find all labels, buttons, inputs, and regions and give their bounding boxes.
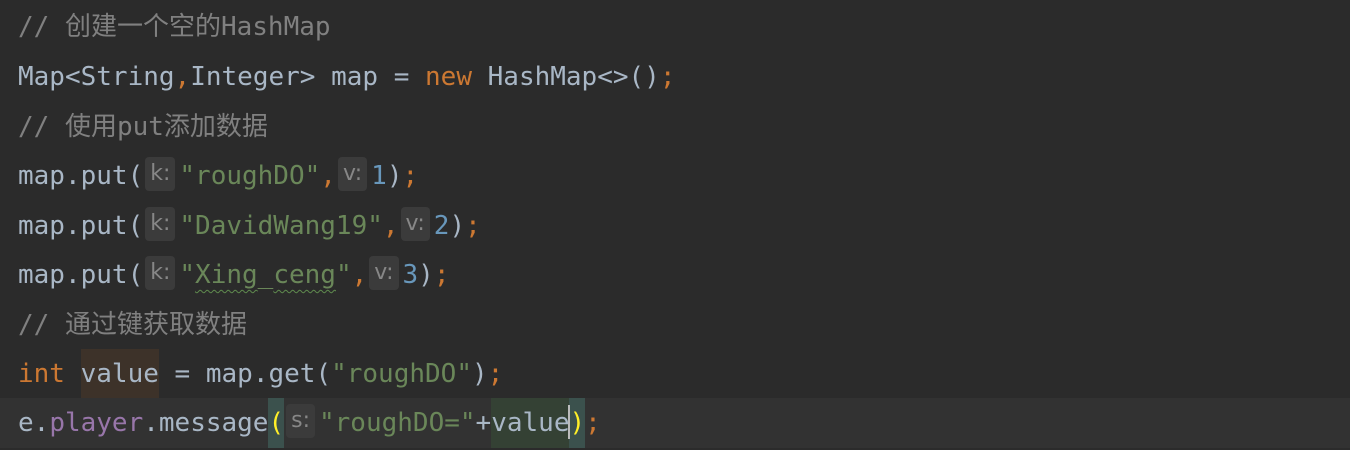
semicolon: ; xyxy=(465,211,481,241)
code-line-7[interactable]: // 通过键获取数据 xyxy=(0,300,1350,350)
comment: // 使用put添加数据 xyxy=(18,112,268,142)
method-call: map.put( xyxy=(18,161,144,191)
close-paren: ) xyxy=(449,211,466,241)
string-literal: "roughDO" xyxy=(179,161,321,191)
method-call: map.put( xyxy=(18,260,144,290)
semicolon: ; xyxy=(659,62,676,92)
semicolon: ; xyxy=(433,260,450,290)
method-call: map.put( xyxy=(18,211,144,241)
number-literal: 2 xyxy=(433,211,450,241)
comment: // 通过键获取数据 xyxy=(18,310,247,340)
string-literal: "DavidWang19" xyxy=(179,211,383,241)
spellcheck-word-ceng[interactable]: ceng xyxy=(273,260,336,290)
parameter-hint-k: k: xyxy=(145,206,176,241)
constructor-call: HashMap<>() xyxy=(471,62,660,92)
comment: // 创建一个空的HashMap xyxy=(18,12,331,42)
close-paren: ) xyxy=(418,260,434,290)
string-underscore: _ xyxy=(257,260,274,290)
string-quote-open: " xyxy=(179,260,196,290)
assignment-call: = map.get( xyxy=(158,359,332,389)
code-editor[interactable]: // 创建一个空的HashMap Map<String,Integer> map… xyxy=(0,0,1350,450)
code-line-1[interactable]: // 创建一个空的HashMap xyxy=(0,2,1350,52)
code-line-2[interactable]: Map<String,Integer> map = new HashMap<>(… xyxy=(0,52,1350,102)
variable-value-highlighted[interactable]: value xyxy=(80,349,159,399)
semicolon: ; xyxy=(487,359,504,389)
semicolon: ; xyxy=(585,408,601,438)
number-literal: 1 xyxy=(371,161,387,191)
field-player: player xyxy=(49,408,144,438)
parameter-hint-v: v: xyxy=(337,156,368,191)
comma: , xyxy=(320,161,336,191)
code-line-6[interactable]: map.put(k: "Xing_ceng", v: 3); xyxy=(0,250,1350,300)
code-line-9-current[interactable]: e.player.message(s: "roughDO="+value); xyxy=(0,398,1350,448)
close-paren: ) xyxy=(471,359,488,389)
keyword-int: int xyxy=(18,359,65,389)
code-line-3[interactable]: // 使用put添加数据 xyxy=(0,102,1350,152)
parameter-hint-k: k: xyxy=(145,255,176,290)
code-line-8[interactable]: int value = map.get("roughDO"); xyxy=(0,349,1350,399)
spellcheck-word-xing[interactable]: Xing xyxy=(195,260,258,290)
type-declaration: Map<String xyxy=(18,62,175,92)
text-caret xyxy=(568,404,571,439)
object-ref: e. xyxy=(18,408,50,438)
type-declaration-rest: Integer> map = xyxy=(190,62,426,92)
parameter-hint-k: k: xyxy=(145,156,176,191)
close-paren: ) xyxy=(386,161,403,191)
string-quote-close: " xyxy=(335,260,352,290)
string-literal: "roughDO" xyxy=(331,359,472,389)
comma: , xyxy=(174,62,191,92)
code-line-5[interactable]: map.put(k: "DavidWang19", v: 2); xyxy=(0,201,1350,251)
semicolon: ; xyxy=(402,161,419,191)
parameter-hint-v: v: xyxy=(369,255,399,290)
matched-close-paren: ) xyxy=(569,398,586,448)
code-line-4[interactable]: map.put(k: "roughDO", v: 1); xyxy=(0,151,1350,201)
method-message: .message xyxy=(143,408,269,438)
plus-operator: + xyxy=(475,408,492,438)
keyword-new: new xyxy=(425,62,472,92)
number-literal: 3 xyxy=(402,260,419,290)
variable-value-usage[interactable]: value xyxy=(491,398,570,448)
matched-open-paren: ( xyxy=(268,398,285,448)
parameter-hint-v: v: xyxy=(400,206,430,241)
parameter-hint-s: s: xyxy=(286,403,315,438)
comma: , xyxy=(351,260,368,290)
comma: , xyxy=(382,211,399,241)
string-literal: "roughDO=" xyxy=(319,408,476,438)
